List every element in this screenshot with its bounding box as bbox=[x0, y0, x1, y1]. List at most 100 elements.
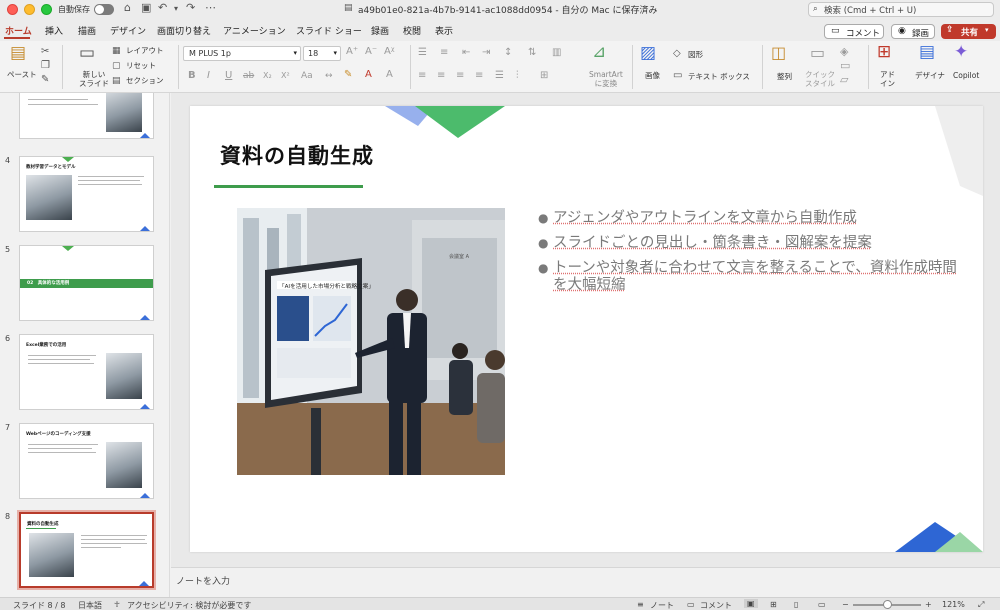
slide-title[interactable]: 資料の自動生成 bbox=[220, 140, 374, 170]
notes-pane[interactable]: ノートを入力 bbox=[171, 567, 1000, 597]
tab-review[interactable]: 校閲 bbox=[403, 24, 421, 37]
quick-styles-label[interactable]: クイック スタイル bbox=[805, 70, 835, 88]
normal-view-icon[interactable]: ▣ bbox=[744, 599, 758, 608]
zoom-level[interactable]: 121% bbox=[942, 600, 965, 609]
more-icon[interactable]: ⋯ bbox=[205, 1, 216, 14]
close-window-button[interactable] bbox=[7, 4, 18, 15]
bullets-icon[interactable]: ☰ bbox=[418, 47, 427, 59]
slideshow-icon[interactable]: ▭ bbox=[818, 600, 826, 609]
numbering-icon[interactable]: ≡ bbox=[440, 47, 448, 59]
slide-thumbnail-4[interactable]: 教材学習データとモデル bbox=[19, 156, 154, 232]
tab-design[interactable]: デザイン bbox=[110, 24, 146, 37]
bullet-list[interactable]: アジェンダやアウトラインを文章から自動作成 スライドごとの見出し・箇条書き・図解… bbox=[538, 210, 958, 302]
record-button[interactable]: ◉ 録画 bbox=[891, 24, 935, 39]
tab-home[interactable]: ホーム bbox=[5, 24, 32, 37]
slide-thumbnail-pane[interactable]: 4 教材学習データとモデル 5 02 具体的な活用例 6 Excel業務での活用… bbox=[0, 93, 170, 597]
picture-label[interactable]: 画像 bbox=[645, 71, 660, 80]
addins-label[interactable]: アド イン bbox=[880, 70, 895, 88]
decrease-font-icon[interactable]: A⁻ bbox=[365, 46, 377, 58]
accessibility-status[interactable]: アクセシビリティ: 検討が必要です bbox=[127, 600, 251, 610]
distributed-icon[interactable]: ☰ bbox=[495, 70, 504, 82]
slide-thumbnail-3[interactable] bbox=[19, 93, 154, 139]
addins-icon[interactable]: ⊞ bbox=[877, 46, 891, 58]
tab-draw[interactable]: 描画 bbox=[78, 24, 96, 37]
zoom-out-icon[interactable]: − bbox=[842, 600, 849, 609]
character-spacing-icon[interactable]: ↔ bbox=[325, 70, 333, 82]
bold-icon[interactable]: B bbox=[188, 70, 196, 82]
reading-view-icon[interactable]: ▯ bbox=[794, 600, 798, 609]
bullet-item[interactable]: アジェンダやアウトラインを文章から自動作成 bbox=[538, 210, 958, 227]
increase-font-icon[interactable]: A⁺ bbox=[346, 46, 358, 58]
copilot-label[interactable]: Copilot bbox=[953, 71, 979, 80]
smartart-icon[interactable]: ⊿ bbox=[592, 46, 606, 58]
paste-label[interactable]: ペースト bbox=[7, 70, 37, 79]
presentation-photo[interactable]: 「AIを活用した市場分析と戦略立案」 会議室 A bbox=[237, 208, 505, 475]
line-spacing-icon[interactable]: ↕ bbox=[504, 47, 512, 59]
font-size-select[interactable]: 18 ▾ bbox=[303, 46, 341, 61]
shape-outline-icon[interactable]: ▭ bbox=[840, 60, 850, 72]
zoom-window-button[interactable] bbox=[41, 4, 52, 15]
shape-effects-icon[interactable]: ▱ bbox=[840, 74, 848, 86]
current-slide[interactable]: 資料の自動生成 「AIを活用した市場分析と戦略立案」 会議室 A アジェンダやア… bbox=[190, 106, 983, 552]
zoom-slider-handle[interactable] bbox=[883, 600, 892, 609]
arrange-icon[interactable]: ◫ bbox=[771, 47, 786, 59]
autosave-toggle[interactable] bbox=[94, 4, 114, 15]
home-icon[interactable]: ⌂ bbox=[124, 1, 131, 14]
undo-dropdown-icon[interactable]: ▾ bbox=[174, 4, 178, 13]
cut-icon[interactable]: ✂ bbox=[41, 46, 49, 58]
slide-thumbnail-7[interactable]: Webページのコーディング支援 bbox=[19, 423, 154, 499]
slide-sorter-icon[interactable]: ⊞ bbox=[770, 600, 777, 609]
shape-fill-icon[interactable]: ◈ bbox=[840, 46, 848, 58]
align-text-icon[interactable]: ⫶ bbox=[516, 70, 519, 82]
underline-icon[interactable]: U bbox=[225, 70, 232, 82]
comment-button[interactable]: ▭ コメント bbox=[824, 24, 884, 39]
designer-label[interactable]: デザイナ bbox=[915, 71, 945, 80]
align-right-icon[interactable]: ≡ bbox=[456, 70, 464, 82]
highlight-icon[interactable]: ✎ bbox=[344, 69, 352, 81]
clear-format-icon[interactable]: Aᵡ bbox=[384, 46, 394, 58]
share-button[interactable]: ⇪ 共有 ▾ bbox=[941, 24, 996, 39]
justify-icon[interactable]: ≡ bbox=[475, 70, 483, 82]
text-direction-icon[interactable]: ⇅ bbox=[528, 47, 536, 59]
bullet-item[interactable]: スライドごとの見出し・箇条書き・図解案を提案 bbox=[538, 235, 958, 252]
increase-indent-icon[interactable]: ⇥ bbox=[482, 47, 490, 59]
copilot-icon[interactable]: ✦ bbox=[954, 46, 968, 58]
textbox-button[interactable]: テキスト ボックス bbox=[688, 72, 750, 81]
search-box[interactable]: ⌕ 検索 (Cmd + Ctrl + U) bbox=[808, 2, 994, 17]
bullet-item[interactable]: トーンや対象者に合わせて文言を整えることで、資料作成時間を大幅短縮 bbox=[538, 260, 958, 294]
strikethrough-icon[interactable]: ab bbox=[243, 70, 254, 82]
smartart-label[interactable]: SmartArt に変換 bbox=[589, 70, 623, 88]
undo-icon[interactable]: ↶ bbox=[158, 1, 167, 14]
change-case-icon[interactable]: Aa bbox=[301, 70, 313, 82]
reset-button[interactable]: リセット bbox=[126, 61, 156, 70]
save-icon[interactable]: ▣ bbox=[141, 1, 151, 14]
picture-icon[interactable]: ▨ bbox=[640, 47, 656, 59]
align-left-icon[interactable]: ≡ bbox=[418, 70, 426, 82]
decrease-indent-icon[interactable]: ⇤ bbox=[462, 47, 470, 59]
slide-thumbnail-6[interactable]: Excel業務での活用 bbox=[19, 334, 154, 410]
convert-smartart-small-icon[interactable]: ⊞ bbox=[540, 70, 548, 82]
subscript-icon[interactable]: X₂ bbox=[263, 70, 272, 82]
format-painter-icon[interactable]: ✎ bbox=[41, 74, 49, 86]
arrange-label[interactable]: 整列 bbox=[777, 72, 792, 81]
copy-icon[interactable]: ❐ bbox=[41, 60, 50, 72]
redo-icon[interactable]: ↷ bbox=[186, 1, 195, 14]
italic-icon[interactable]: I bbox=[207, 70, 210, 82]
designer-icon[interactable]: ▤ bbox=[919, 46, 935, 58]
slide-thumbnail-5[interactable]: 02 具体的な活用例 bbox=[19, 245, 154, 321]
slide-thumbnail-8[interactable]: 資料の自動生成 bbox=[19, 512, 154, 588]
font-color-icon[interactable]: A bbox=[365, 69, 372, 81]
notes-toggle[interactable]: ノート bbox=[650, 600, 674, 610]
align-center-icon[interactable]: ≡ bbox=[437, 70, 445, 82]
new-slide-icon[interactable]: ▭ bbox=[79, 47, 95, 59]
notes-placeholder[interactable]: ノートを入力 bbox=[176, 574, 230, 587]
minimize-window-button[interactable] bbox=[24, 4, 35, 15]
superscript-icon[interactable]: X² bbox=[281, 70, 290, 82]
font-name-select[interactable]: M PLUS 1p ▾ bbox=[183, 46, 301, 61]
columns-icon[interactable]: ▥ bbox=[552, 47, 561, 59]
shapes-button[interactable]: 図形 bbox=[688, 50, 703, 59]
tab-insert[interactable]: 挿入 bbox=[45, 24, 63, 37]
layout-button[interactable]: レイアウト bbox=[126, 46, 164, 55]
tab-record[interactable]: 録画 bbox=[371, 24, 389, 37]
comments-toggle[interactable]: コメント bbox=[700, 600, 732, 610]
